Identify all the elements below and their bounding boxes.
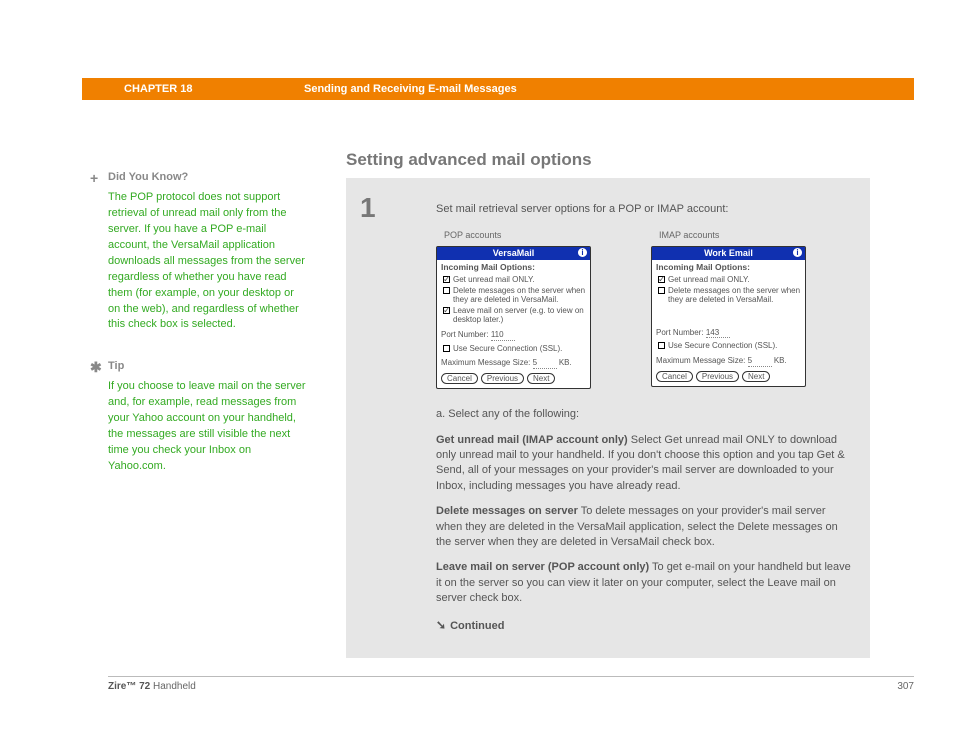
product-bold: Zire™ 72: [108, 681, 150, 692]
next-button: Next: [527, 373, 555, 385]
continued-label: ➘ Continued: [436, 617, 854, 634]
imap-label: IMAP accounts: [659, 229, 806, 242]
did-you-know-heading: + Did You Know?: [108, 170, 308, 186]
imap-titlebar: Work Email i: [652, 247, 805, 260]
footer: Zire™ 72 Handheld 307: [108, 676, 914, 692]
checkbox-icon: [443, 287, 450, 294]
header-bar: CHAPTER 18 Sending and Receiving E-mail …: [82, 78, 914, 100]
pop-opt1: Get unread mail ONLY.: [453, 275, 535, 285]
pop-maxsize-val: 5: [533, 358, 557, 369]
imap-subtitle: Incoming Mail Options:: [652, 260, 805, 273]
pop-maxsize-label: Maximum Message Size:: [441, 358, 530, 367]
imap-opt2: Delete messages on the server when they …: [668, 286, 801, 305]
checkbox-icon: [658, 276, 665, 283]
pop-port-label: Port Number:: [441, 330, 489, 339]
imap-maxsize-unit: KB.: [774, 356, 787, 365]
checkbox-icon: [658, 342, 665, 349]
continued-text: Continued: [450, 620, 504, 632]
did-you-know-body: The POP protocol does not support retrie…: [108, 190, 308, 333]
previous-button: Previous: [696, 371, 739, 383]
section-title: Setting advanced mail options: [346, 150, 592, 170]
pop-column: POP accounts VersaMail i Incoming Mail O…: [436, 229, 591, 389]
step-content: Set mail retrieval server options for a …: [436, 202, 854, 634]
product-label: Zire™ 72 Handheld: [108, 681, 196, 692]
tip-block: ✱ Tip If you choose to leave mail on the…: [108, 359, 308, 475]
plus-icon: +: [90, 168, 98, 188]
list-a: a. Select any of the following:: [436, 407, 854, 422]
step-panel: 1 Set mail retrieval server options for …: [346, 178, 870, 658]
chapter-label: CHAPTER 18: [124, 83, 304, 95]
did-you-know-block: + Did You Know? The POP protocol does no…: [108, 170, 308, 333]
para2-bold: Delete messages on server: [436, 505, 578, 517]
pop-port: 110: [491, 330, 515, 341]
tip-heading: ✱ Tip: [108, 359, 308, 375]
para-delete: Delete messages on server To delete mess…: [436, 504, 854, 550]
asterisk-icon: ✱: [90, 357, 102, 377]
imap-maxsize-label: Maximum Message Size:: [656, 356, 745, 365]
imap-port: 143: [706, 328, 730, 339]
info-icon: i: [793, 248, 802, 257]
did-you-know-heading-text: Did You Know?: [108, 171, 188, 183]
para-get-unread: Get unread mail (IMAP account only) Sele…: [436, 433, 854, 495]
imap-screenshot: Work Email i Incoming Mail Options: Get …: [651, 246, 806, 387]
step-intro: Set mail retrieval server options for a …: [436, 202, 854, 217]
pop-screenshot: VersaMail i Incoming Mail Options: Get u…: [436, 246, 591, 389]
imap-maxsize-val: 5: [748, 356, 772, 367]
checkbox-icon: [658, 287, 665, 294]
cancel-button: Cancel: [441, 373, 478, 385]
pop-opt3: Leave mail on server (e.g. to view on de…: [453, 306, 586, 325]
imap-port-label: Port Number:: [656, 328, 704, 337]
para1-bold: Get unread mail (IMAP account only): [436, 434, 628, 446]
tip-body: If you choose to leave mail on the serve…: [108, 379, 308, 475]
imap-column: IMAP accounts Work Email i Incoming Mail…: [651, 229, 806, 389]
page-number: 307: [897, 681, 914, 692]
info-icon: i: [578, 248, 587, 257]
pop-title: VersaMail: [493, 248, 535, 258]
imap-ssl: Use Secure Connection (SSL).: [668, 341, 777, 351]
product-rest: Handheld: [150, 681, 196, 692]
pop-subtitle: Incoming Mail Options:: [437, 260, 590, 273]
pop-titlebar: VersaMail i: [437, 247, 590, 260]
para3-bold: Leave mail on server (POP account only): [436, 561, 649, 573]
pop-maxsize-unit: KB.: [559, 358, 572, 367]
pop-label: POP accounts: [444, 229, 591, 242]
checkbox-icon: [443, 345, 450, 352]
pop-ssl: Use Secure Connection (SSL).: [453, 344, 562, 354]
arrow-down-right-icon: ➘: [436, 618, 446, 632]
screenshot-row: POP accounts VersaMail i Incoming Mail O…: [436, 229, 854, 389]
pop-opt2: Delete messages on the server when they …: [453, 286, 586, 305]
checkbox-icon: [443, 307, 450, 314]
tip-heading-text: Tip: [108, 360, 124, 372]
previous-button: Previous: [481, 373, 524, 385]
imap-title: Work Email: [704, 248, 753, 258]
sidebar: + Did You Know? The POP protocol does no…: [108, 170, 308, 501]
cancel-button: Cancel: [656, 371, 693, 383]
step-number: 1: [360, 192, 376, 224]
checkbox-icon: [443, 276, 450, 283]
imap-opt1: Get unread mail ONLY.: [668, 275, 750, 285]
para-leave: Leave mail on server (POP account only) …: [436, 560, 854, 606]
next-button: Next: [742, 371, 770, 383]
chapter-title: Sending and Receiving E-mail Messages: [304, 83, 517, 95]
